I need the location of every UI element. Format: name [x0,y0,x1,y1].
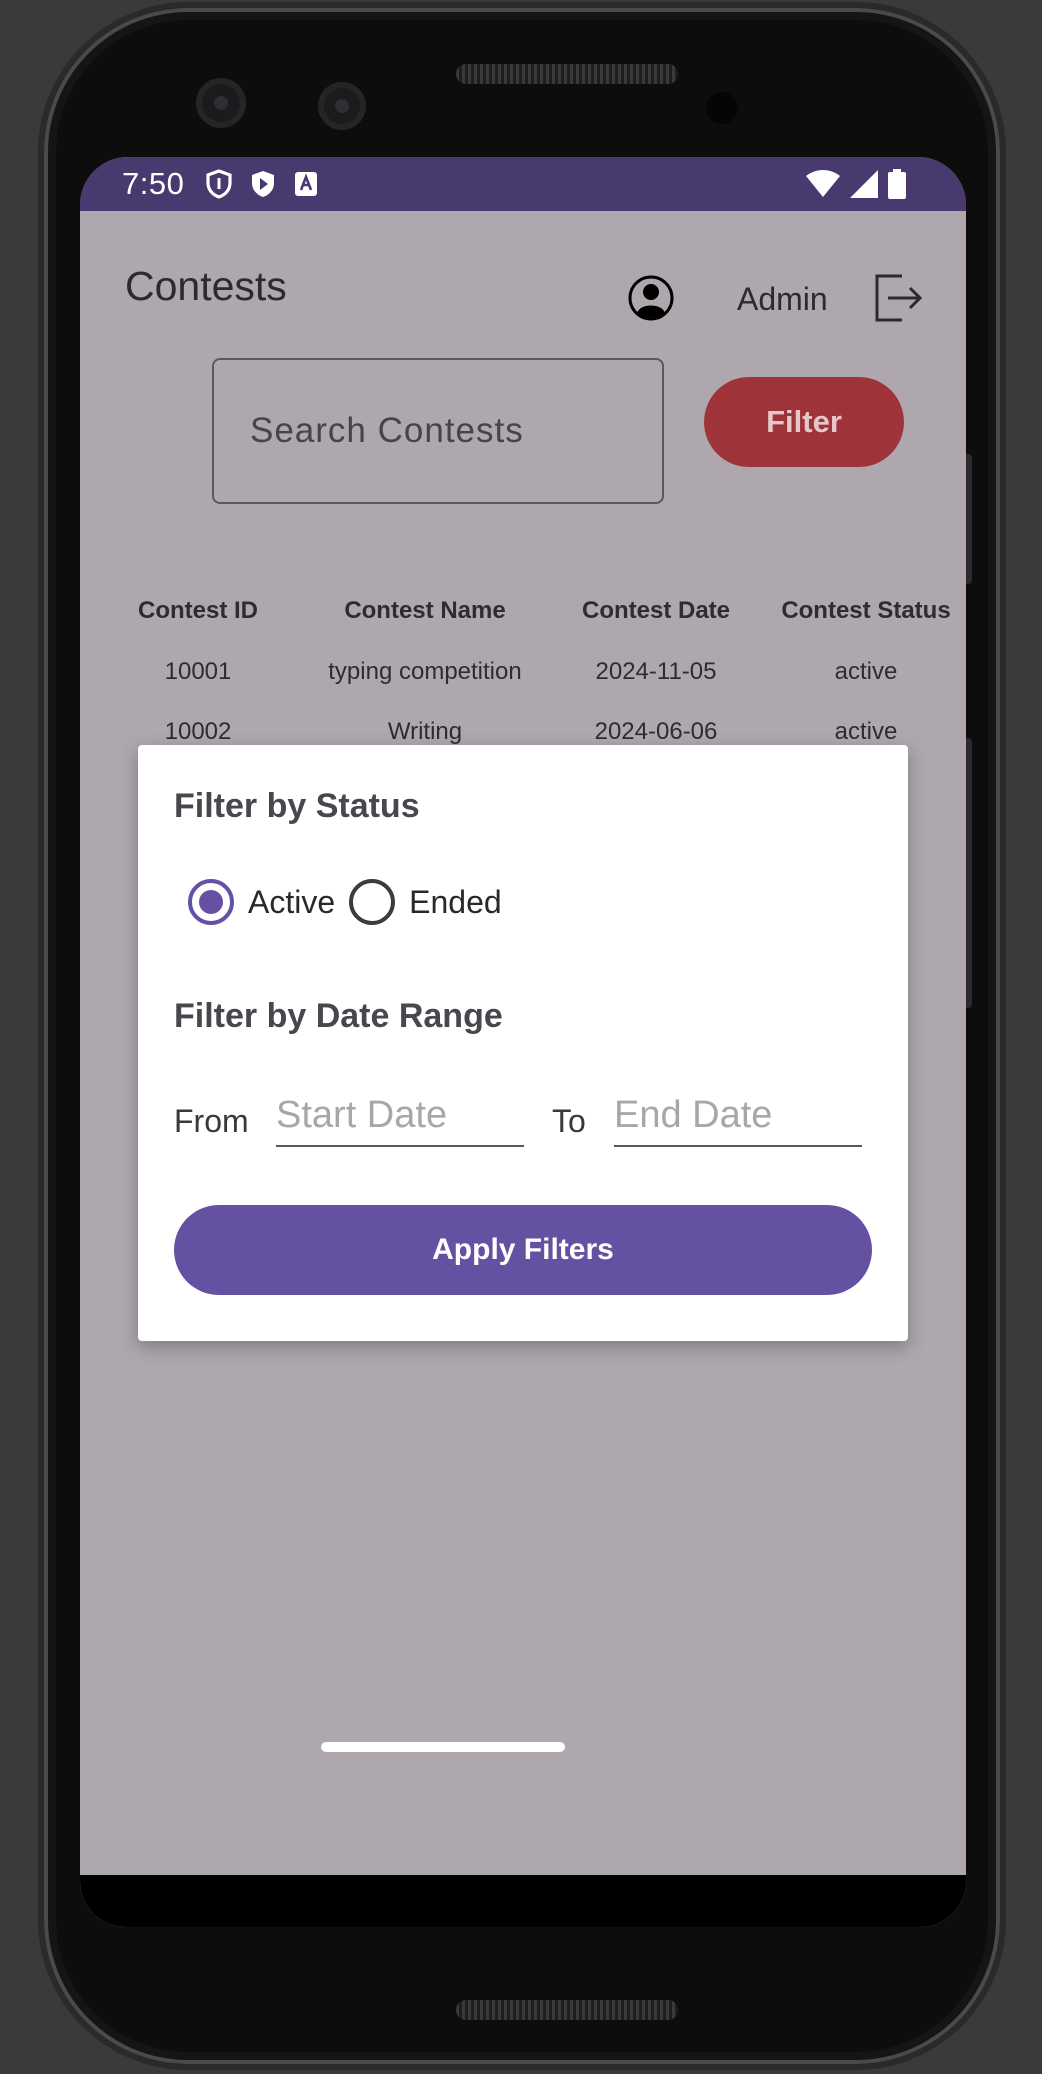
contest-name: typing competition [328,658,522,685]
contest-id: 10001 [164,658,232,685]
radio-active[interactable] [188,879,234,925]
contest-id: 10002 [164,718,232,745]
home-gesture-handle[interactable] [321,1742,565,1752]
status-time: 7:50 [122,166,185,201]
top-speaker [456,64,678,84]
radio-active-label[interactable]: Active [248,884,335,921]
bottom-speaker [456,2000,678,2020]
logout-icon[interactable] [874,273,924,328]
status-icons [806,169,906,204]
navigation-bar [80,1875,966,1927]
status-filter-heading: Filter by Status [174,787,420,825]
from-label: From [174,1103,249,1139]
filter-dialog: Filter by Status Active Ended Filter by … [138,745,908,1341]
date-filter-heading: Filter by Date Range [174,997,503,1035]
contest-status: active [834,658,898,685]
table-row[interactable]: 10001 typing competition 2024-11-05 acti… [80,658,966,698]
page-title: Contests [125,263,287,309]
column-header: Contest Name [344,597,506,624]
account-icon[interactable] [628,275,674,326]
filter-button[interactable]: Filter [704,377,904,467]
proximity-sensor [706,92,738,124]
contest-name: Writing [387,718,463,745]
to-label: To [552,1103,586,1139]
battery-icon [888,169,906,204]
user-name: Admin [737,281,828,317]
end-date-input[interactable] [614,1085,862,1147]
front-camera-2 [318,82,366,130]
search-input[interactable] [212,358,664,504]
date-range-row: From To [174,1085,874,1155]
shield-icon [206,169,232,199]
play-protect-icon [250,169,276,199]
table-header: Contest ID Contest Name Contest Date Con… [80,597,966,637]
status-radio-group: Active Ended [188,879,516,925]
radio-ended-label[interactable]: Ended [409,884,502,921]
column-header: Contest Status [781,597,951,624]
start-date-input[interactable] [276,1085,524,1147]
front-camera [196,78,246,128]
contest-status: active [834,718,898,745]
font-download-icon [294,171,318,197]
wifi-icon [806,170,840,203]
radio-ended[interactable] [349,879,396,925]
contest-date: 2024-06-06 [594,718,718,745]
contest-date: 2024-11-05 [595,658,717,685]
status-bar: 7:50 [80,157,966,211]
column-header: Contest Date [581,597,731,624]
column-header: Contest ID [138,597,258,624]
signal-icon [850,170,878,203]
apply-filters-button[interactable]: Apply Filters [174,1205,872,1295]
